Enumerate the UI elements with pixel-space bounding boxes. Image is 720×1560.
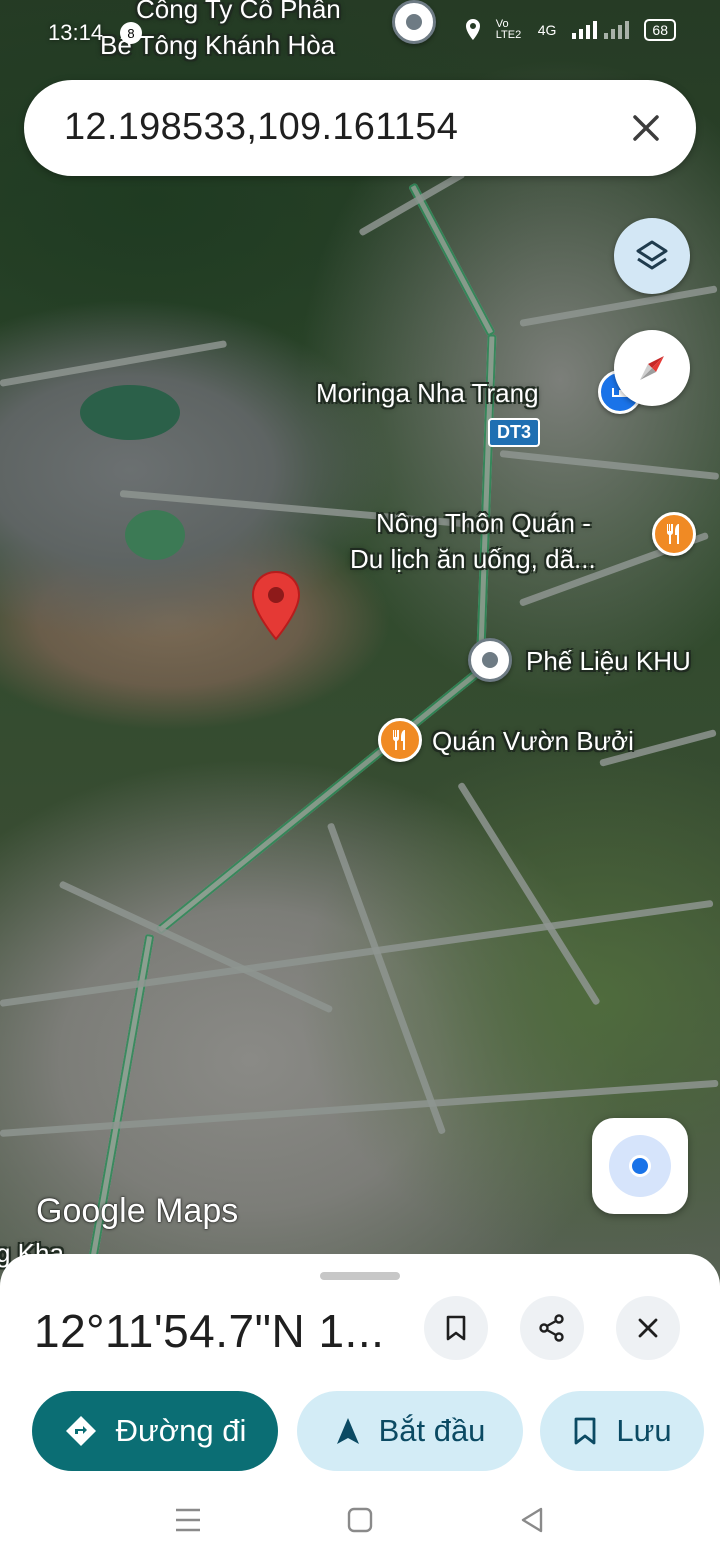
directions-label: Đường đi	[115, 1413, 247, 1448]
restaurant-icon[interactable]	[378, 718, 422, 762]
bookmark-icon	[446, 1315, 466, 1341]
close-sheet-button[interactable]	[616, 1296, 680, 1360]
place-bottom-sheet[interactable]: 12°11'54.7"N 1... Đường đi Bắt đầu Lưu	[0, 1254, 720, 1560]
compass-button[interactable]	[614, 330, 690, 406]
my-location-button[interactable]	[592, 1118, 688, 1214]
satellite-map[interactable]: Công Ty Cổ Phần Bê Tông Khánh Hòa Moring…	[0, 0, 720, 1290]
compass-icon	[640, 356, 664, 380]
menu-icon	[176, 1508, 200, 1532]
home-icon	[347, 1507, 373, 1533]
bookmark-icon	[574, 1417, 596, 1445]
status-icons: Vo LTE2 4G 68	[464, 18, 676, 42]
map-label-nong-thon[interactable]: Du lịch ăn uống, dã...	[350, 544, 596, 574]
volte-indicator: Vo LTE2	[495, 18, 522, 41]
restaurant-icon[interactable]	[652, 512, 696, 556]
share-button[interactable]	[520, 1296, 584, 1360]
status-time: 13:14	[48, 20, 104, 45]
road-dt3	[408, 182, 496, 337]
network-type: 4G	[537, 22, 557, 38]
clear-search-button[interactable]	[622, 104, 670, 152]
search-bar[interactable]: 12.198533,109.161154	[24, 80, 696, 176]
google-maps-logo: Google Maps	[36, 1192, 239, 1230]
share-icon	[539, 1314, 564, 1342]
quarry-pond	[125, 510, 185, 560]
save-button[interactable]: Lưu	[540, 1391, 704, 1471]
route-shield: DT3	[488, 418, 541, 447]
directions-icon	[65, 1416, 96, 1446]
close-icon	[633, 115, 659, 141]
system-nav-bar	[0, 1480, 720, 1560]
place-pin-icon[interactable]	[468, 638, 512, 682]
recent-apps-button[interactable]	[168, 1500, 208, 1540]
layers-icon	[636, 240, 668, 270]
map-label-nong-thon[interactable]: Nông Thôn Quán -	[376, 508, 591, 538]
navigation-arrow-icon	[336, 1418, 359, 1444]
road	[326, 822, 447, 1135]
back-icon	[521, 1507, 543, 1533]
my-location-icon	[609, 1135, 671, 1197]
directions-button[interactable]: Đường đi	[32, 1391, 278, 1471]
road	[0, 340, 228, 387]
location-status-icon	[465, 19, 480, 40]
back-button[interactable]	[512, 1500, 552, 1540]
road	[519, 285, 718, 327]
status-bar: 13:14 8 Vo LTE2 4G 68	[0, 0, 720, 62]
start-label: Bắt đầu	[378, 1413, 486, 1448]
close-icon	[638, 1318, 658, 1338]
signal-icon	[572, 21, 630, 39]
dropped-pin-icon[interactable]	[250, 570, 302, 642]
start-navigation-button[interactable]: Bắt đầu	[297, 1391, 523, 1471]
road	[0, 899, 714, 1007]
map-label-quan-vuon-buoi[interactable]: Quán Vườn Bưởi	[432, 726, 634, 756]
place-title: 12°11'54.7"N 1...	[34, 1305, 385, 1357]
notification-badge: 8	[120, 22, 142, 44]
road	[499, 450, 720, 480]
bookmark-button[interactable]	[424, 1296, 488, 1360]
search-input[interactable]: 12.198533,109.161154	[64, 106, 458, 149]
road	[457, 781, 601, 1006]
map-label-phe-lieu[interactable]: Phế Liệu KHU	[526, 646, 691, 676]
save-label: Lưu	[616, 1413, 672, 1448]
road-dt3	[155, 651, 503, 935]
road	[358, 170, 466, 237]
home-button[interactable]	[340, 1500, 380, 1540]
map-label-moringa[interactable]: Moringa Nha Trang	[316, 378, 539, 408]
battery-indicator: 68	[644, 19, 676, 41]
sheet-drag-handle[interactable]	[320, 1272, 400, 1280]
layers-button[interactable]	[614, 218, 690, 294]
quarry-pond	[80, 385, 180, 440]
